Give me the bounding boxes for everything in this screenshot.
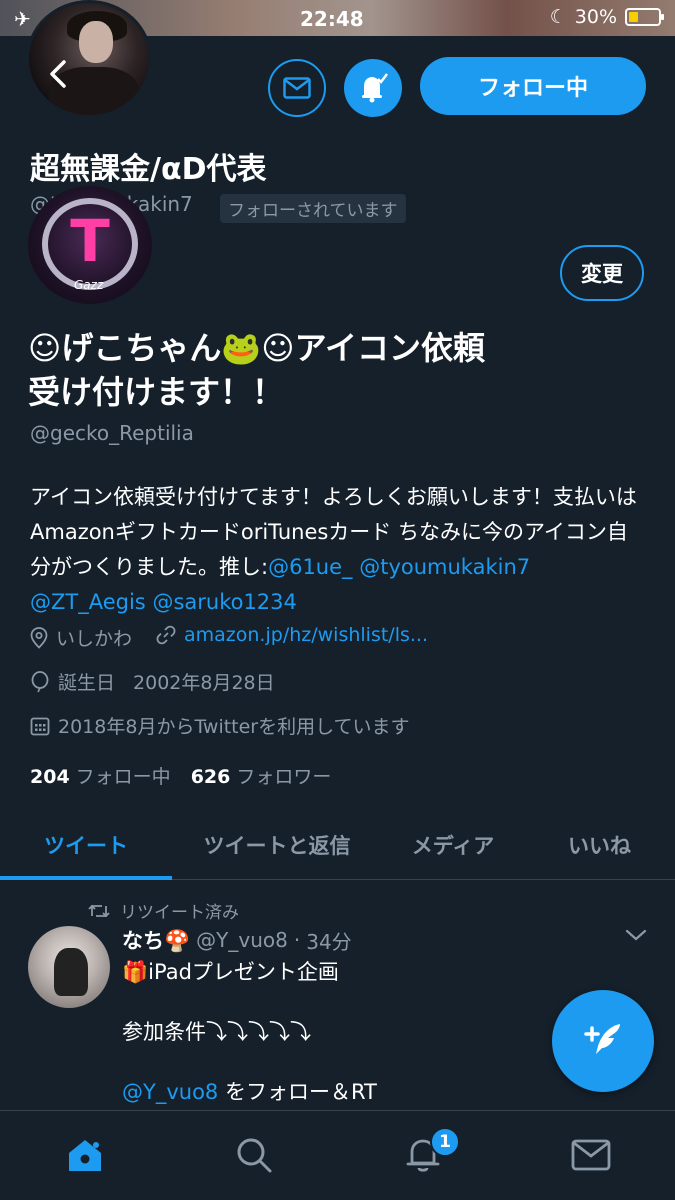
avatar-lettering: Gazz (74, 278, 104, 292)
moon-icon: ☾ (549, 6, 567, 28)
tab-media[interactable]: メディア (382, 810, 524, 880)
avatar-face (79, 21, 113, 63)
tweet-mention[interactable]: @Y_vuo8 (122, 1080, 218, 1104)
tweet-author-line: なち🍄 @Y_vuo8 · 34分 (122, 925, 352, 955)
follows-you-badge: フォローされています (220, 194, 406, 223)
link-icon (156, 625, 176, 645)
nav-home[interactable] (63, 1133, 107, 1177)
tab-tweets-replies[interactable]: ツイートと返信 (172, 810, 382, 880)
home-icon (69, 1140, 101, 1171)
tweet-author-handle[interactable]: @Y_vuo8 (196, 928, 288, 952)
airplane-icon: ✈ (14, 7, 31, 31)
profile-birthday: 誕生日 2002年8月28日 (30, 668, 275, 695)
status-time: 22:48 (300, 7, 364, 31)
calendar-icon (30, 717, 50, 735)
tweet-line3-text: をフォロー＆RT (218, 1080, 377, 1104)
following-label[interactable]: フォロー中 (76, 762, 171, 789)
active-tab-indicator (0, 876, 172, 880)
chevron-down-icon (625, 929, 647, 941)
profile-name: ☺︎げこちゃん🐸☺︎アイコン依頼 受け付けます！！ (28, 326, 628, 414)
profile-handle: @gecko_Reptilia (30, 421, 194, 445)
website-link[interactable]: amazon.jp/hz/wishlist/ls... (184, 624, 428, 646)
profile-joined: 2018年8月からTwitterを利用しています (30, 712, 410, 739)
tweet-separator: · (293, 928, 301, 952)
profile-tabs: ツイート ツイートと返信 メディア いいね (0, 810, 675, 880)
profile-website[interactable]: amazon.jp/hz/wishlist/ls... (156, 624, 428, 646)
messages-icon (571, 1139, 611, 1171)
tab-tweets[interactable]: ツイート (0, 810, 172, 880)
search-icon (237, 1138, 272, 1173)
avatar-figure (54, 948, 88, 996)
profile-location: いしかわ (30, 624, 132, 651)
tweet-menu-button[interactable] (624, 924, 648, 949)
avatar-logo-icon: T (70, 207, 110, 275)
retweet-indicator: リツイート済み (88, 898, 239, 923)
bio-mention[interactable]: @saruko1234 (152, 590, 296, 614)
edit-profile-button[interactable]: 変更 (560, 245, 644, 301)
retweet-icon (88, 904, 110, 917)
chevron-left-icon (50, 60, 66, 88)
mail-icon (283, 77, 311, 99)
birthday-date: 2002年8月28日 (133, 672, 275, 694)
tweet-text-line: 参加条件⤵︎⤵︎⤵︎⤵︎⤵︎ (122, 1020, 311, 1044)
bio-mention[interactable]: @tyoumukakin7 (359, 555, 530, 579)
followers-count[interactable]: 626 (191, 766, 231, 788)
tweet-author-name[interactable]: なち🍄 (122, 925, 190, 955)
message-button[interactable] (268, 59, 326, 117)
location-text: いしかわ (56, 628, 133, 650)
bell-check-icon (362, 73, 388, 103)
notification-badge: 1 (430, 1127, 460, 1157)
status-right: ☾ 30% (549, 6, 664, 28)
location-pin-icon (30, 626, 48, 649)
birthday-label: 誕生日 (58, 672, 116, 694)
battery-icon (625, 8, 664, 26)
followers-label[interactable]: フォロワー (236, 762, 331, 789)
retweet-label: リツイート済み (120, 903, 239, 923)
bio-mention[interactable]: @ZT_Aegis (30, 590, 146, 614)
notifications-toggle-button[interactable] (344, 59, 402, 117)
tweet-text-line: @Y_vuo8 をフォロー＆RT (122, 1076, 377, 1106)
profile-name-line2: 受け付けます！！ (28, 373, 285, 411)
profile-bio: アイコン依頼受け付けてます！よろしくお願いします！支払いはAmazonギフトカー… (30, 480, 645, 620)
balloon-icon (31, 670, 49, 692)
header-display-name: 超無課金/αD代表 (30, 152, 267, 187)
profile-avatar[interactable]: T Gazz (28, 186, 152, 304)
compose-tweet-button[interactable] (552, 990, 654, 1092)
tweet-text-line: 🎁iPadプレゼント企画 (122, 960, 339, 984)
follow-counts: 204 フォロー中 626 フォロワー (30, 762, 331, 789)
tab-likes[interactable]: いいね (524, 810, 675, 880)
compose-feather-icon (584, 1024, 620, 1054)
nav-messages[interactable] (569, 1133, 613, 1177)
back-button[interactable] (40, 56, 76, 92)
tweet-time: 34分 (306, 929, 352, 954)
joined-text: 2018年8月からTwitterを利用しています (58, 716, 410, 738)
profile-name-line1: ☺︎げこちゃん🐸☺︎アイコン依頼 (28, 329, 485, 367)
nav-search[interactable] (232, 1133, 276, 1177)
following-button[interactable]: フォロー中 (420, 57, 646, 115)
tweet-author-avatar[interactable] (28, 926, 110, 1008)
battery-percent: 30% (574, 6, 617, 28)
bottom-navigation (0, 1110, 675, 1200)
bio-mention[interactable]: @61ue_ (268, 555, 352, 579)
following-count[interactable]: 204 (30, 766, 70, 788)
